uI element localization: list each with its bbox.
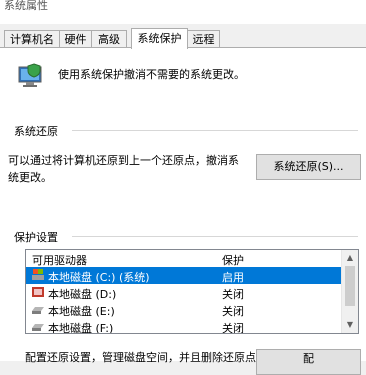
section-divider bbox=[72, 130, 358, 131]
protection-settings-heading: 保护设置 bbox=[14, 231, 58, 244]
drive-status: 关闭 bbox=[222, 305, 244, 318]
drive-row-c[interactable]: 本地磁盘 (C:) (系统) 启用 bbox=[26, 267, 344, 284]
computer-shield-icon bbox=[18, 63, 42, 87]
title-bar: 系统属性 bbox=[0, 0, 366, 24]
drive-icon bbox=[32, 324, 44, 331]
tab-advanced[interactable]: 高级 bbox=[91, 30, 127, 48]
drive-status: 关闭 bbox=[222, 288, 244, 301]
drive-row-f[interactable]: 本地磁盘 (F:) 关闭 bbox=[26, 318, 344, 334]
drive-list-scrollbar[interactable]: ▲ ▼ bbox=[341, 250, 358, 333]
drive-list-header: 可用驱动器 保护 bbox=[26, 250, 344, 268]
drive-name: 本地磁盘 (F:) bbox=[48, 322, 114, 334]
drive-name: 本地磁盘 (C:) (系统) bbox=[48, 271, 150, 284]
drive-name: 本地磁盘 (D:) bbox=[48, 288, 117, 301]
tab-strip: 计算机名 硬件 高级 系统保护 远程 bbox=[0, 28, 366, 49]
section-divider bbox=[72, 236, 358, 237]
configure-button-label: 配 bbox=[303, 352, 314, 365]
drive-row-d[interactable]: 本地磁盘 (D:) 关闭 bbox=[26, 284, 344, 301]
column-header-protection[interactable]: 保护 bbox=[222, 252, 244, 268]
intro-text: 使用系统保护撤消不需要的系统更改。 bbox=[58, 68, 245, 81]
tab-system-protection[interactable]: 系统保护 bbox=[131, 28, 188, 49]
scrollbar-thumb[interactable] bbox=[345, 266, 355, 306]
tab-hardware[interactable]: 硬件 bbox=[59, 30, 92, 48]
system-restore-button[interactable]: 系统还原(S)... bbox=[256, 154, 361, 180]
tab-computer-name[interactable]: 计算机名 bbox=[4, 30, 60, 48]
drive-status: 关闭 bbox=[222, 322, 244, 334]
drive-icon bbox=[32, 307, 44, 314]
system-restore-description: 可以通过将计算机还原到上一个还原点，撤消系统更改。 bbox=[8, 154, 239, 184]
system-restore-heading: 系统还原 bbox=[14, 125, 58, 138]
drive-icon bbox=[32, 287, 44, 297]
system-drive-icon bbox=[32, 269, 44, 280]
drive-row-e[interactable]: 本地磁盘 (E:) 关闭 bbox=[26, 301, 344, 318]
scroll-up-arrow-icon[interactable]: ▲ bbox=[342, 250, 358, 266]
tab-remote[interactable]: 远程 bbox=[187, 30, 220, 48]
drive-name: 本地磁盘 (E:) bbox=[48, 305, 115, 318]
drive-status: 启用 bbox=[222, 271, 244, 284]
window-title: 系统属性 bbox=[4, 0, 48, 12]
scroll-down-arrow-icon[interactable]: ▼ bbox=[342, 317, 358, 333]
column-header-drive[interactable]: 可用驱动器 bbox=[32, 252, 87, 268]
configure-description: 配置还原设置，管理磁盘空间，并且删除还原点。 bbox=[25, 351, 267, 364]
configure-button[interactable]: 配 bbox=[256, 349, 361, 375]
drive-list[interactable]: 可用驱动器 保护 本地磁盘 (C:) (系统) 启用 本地磁盘 (D:) 关闭 … bbox=[25, 249, 359, 334]
